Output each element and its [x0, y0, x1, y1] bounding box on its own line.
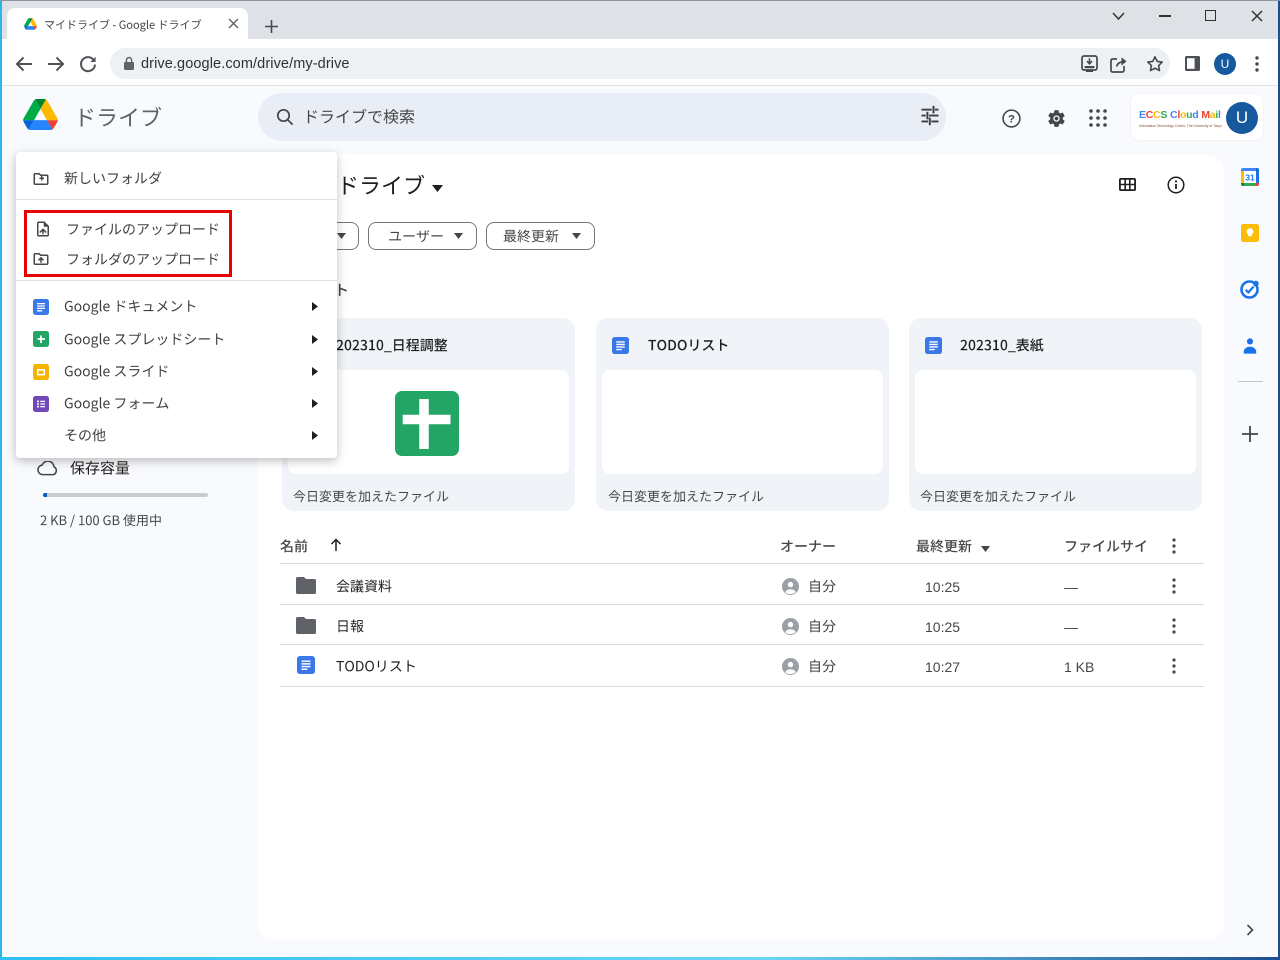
svg-text:31: 31 — [1245, 173, 1255, 183]
svg-text:?: ? — [1008, 114, 1015, 126]
